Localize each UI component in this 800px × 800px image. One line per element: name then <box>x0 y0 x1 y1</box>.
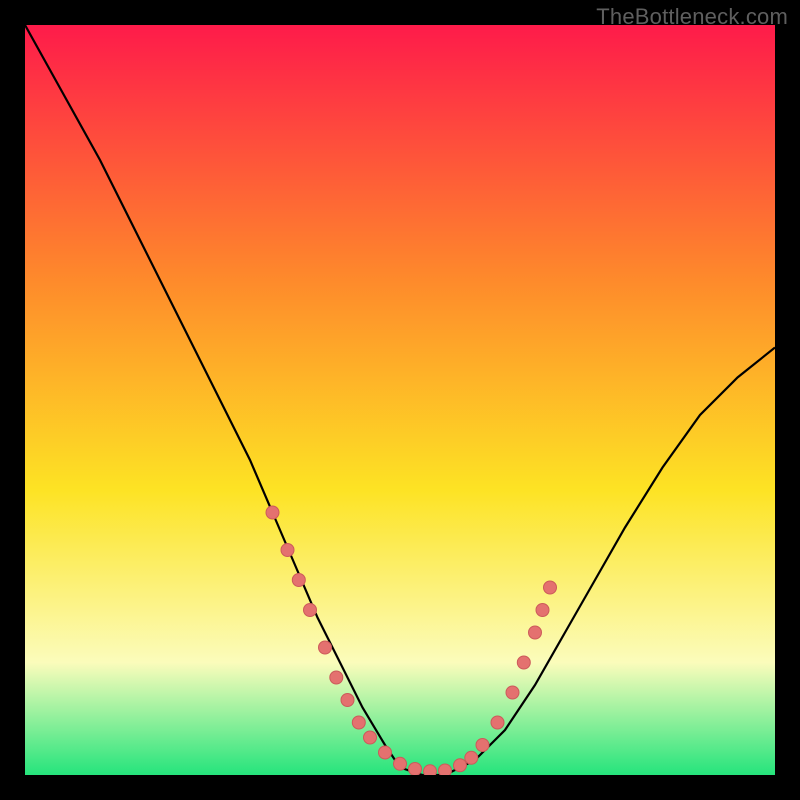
data-point <box>409 763 422 776</box>
chart-svg <box>25 25 775 775</box>
data-point <box>544 581 557 594</box>
data-point <box>364 731 377 744</box>
data-point <box>517 656 530 669</box>
data-point <box>454 759 467 772</box>
data-point <box>394 757 407 770</box>
gradient-bg <box>25 25 775 775</box>
data-point <box>266 506 279 519</box>
data-point <box>352 716 365 729</box>
data-point <box>292 574 305 587</box>
data-point <box>319 641 332 654</box>
data-point <box>330 671 343 684</box>
data-point <box>341 694 354 707</box>
data-point <box>424 765 437 775</box>
watermark-text: TheBottleneck.com <box>596 4 788 30</box>
plot-area <box>25 25 775 775</box>
data-point <box>491 716 504 729</box>
chart-frame: TheBottleneck.com <box>0 0 800 800</box>
data-point <box>506 686 519 699</box>
data-point <box>536 604 549 617</box>
data-point <box>465 751 478 764</box>
data-point <box>304 604 317 617</box>
data-point <box>439 764 452 775</box>
data-point <box>476 739 489 752</box>
data-point <box>281 544 294 557</box>
data-point <box>379 746 392 759</box>
data-point <box>529 626 542 639</box>
